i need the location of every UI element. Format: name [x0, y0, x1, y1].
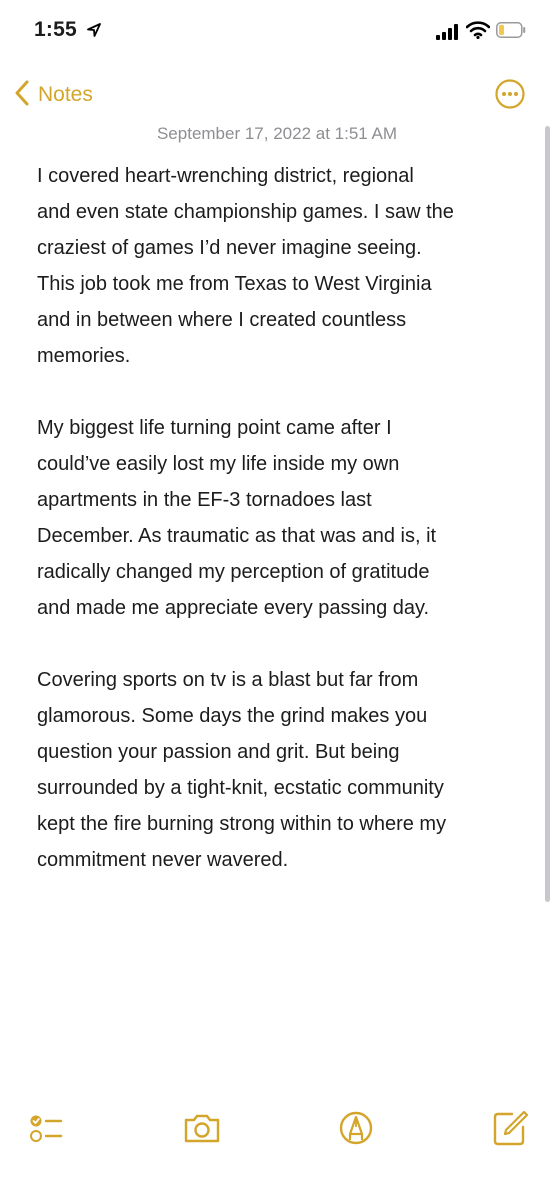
note-line: December. As traumatic as that was and i…: [37, 525, 437, 547]
location-arrow-icon: [86, 22, 102, 43]
note-line: memories.: [37, 345, 131, 367]
scrollbar[interactable]: [545, 126, 550, 902]
note-line: kept the fire burning strong within to w…: [37, 813, 447, 835]
note-line: and made me appreciate every passing day…: [37, 597, 430, 619]
bottom-toolbar: [0, 1100, 554, 1160]
note-line: commitment never wavered.: [37, 849, 289, 871]
markup-pen-icon: [336, 1111, 376, 1152]
note-line: question your passion and grit. But bein…: [37, 741, 400, 763]
wifi-icon: [465, 21, 491, 44]
note-paragraph-2: My biggest life turning point came after…: [37, 410, 527, 626]
note-line: I covered heart-wrenching district, regi…: [37, 165, 414, 187]
note-date: September 17, 2022 at 1:51 AM: [156, 124, 398, 143]
nav-bar: Notes: [0, 70, 554, 120]
note-line: glamorous. Some days the grind makes you: [37, 705, 428, 727]
markup-button[interactable]: [336, 1108, 376, 1148]
note-line: craziest of games I’d never imagine seei…: [37, 237, 422, 259]
status-time: 1:55: [34, 18, 77, 41]
compose-button[interactable]: [490, 1108, 530, 1148]
ellipsis-circle-icon: [494, 79, 526, 114]
note-line: Covering sports on tv is a blast but far…: [37, 669, 419, 691]
note-line: could’ve easily lost my life inside my o…: [37, 453, 400, 475]
status-bar: 1:55: [0, 0, 554, 64]
note-line: surrounded by a tight-knit, ecstatic com…: [37, 777, 444, 799]
more-options-button[interactable]: [494, 78, 526, 110]
back-button-label: Notes: [38, 83, 93, 106]
note-line: apartments in the EF-3 tornadoes last: [37, 489, 372, 511]
note-body[interactable]: I covered heart-wrenching district, regi…: [37, 158, 527, 914]
note-line: and in between where I created countless: [37, 309, 407, 331]
signal-icon: [436, 24, 460, 45]
back-button[interactable]: Notes: [14, 80, 93, 110]
checklist-button[interactable]: [26, 1108, 66, 1148]
battery-icon: [496, 22, 526, 43]
camera-button[interactable]: [182, 1108, 222, 1148]
checklist-icon: [26, 1115, 66, 1152]
note-line: radically changed my perception of grati…: [37, 561, 430, 583]
note-line: This job took me from Texas to West Virg…: [37, 273, 432, 295]
camera-icon: [182, 1114, 222, 1152]
note-paragraph-3: Covering sports on tv is a blast but far…: [37, 662, 527, 878]
note-paragraph-1: I covered heart-wrenching district, regi…: [37, 158, 527, 374]
note-line: My biggest life turning point came after…: [37, 417, 392, 439]
compose-icon: [490, 1110, 530, 1152]
chevron-left-icon: [14, 80, 30, 111]
note-line: and even state championship games. I saw…: [37, 201, 454, 223]
